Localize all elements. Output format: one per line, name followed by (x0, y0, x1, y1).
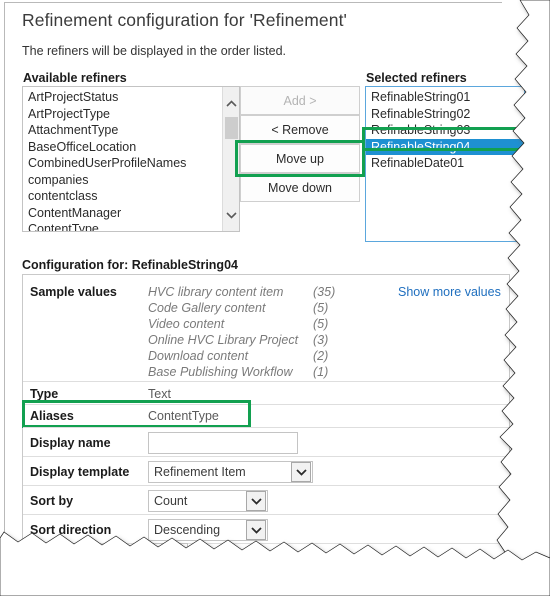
max-refiner-values-input[interactable] (150, 543, 188, 566)
scrollbar-thumb[interactable] (225, 117, 238, 139)
list-item[interactable]: ArtProjectStatus (23, 89, 221, 106)
available-refiners-listbox[interactable]: ArtProjectStatus ArtProjectType Attachme… (22, 86, 240, 232)
type-value: Text (148, 387, 171, 401)
display-template-label: Display template (30, 465, 130, 479)
selected-refiners-label: Selected refiners (366, 71, 467, 85)
available-refiners-list: ArtProjectStatus ArtProjectType Attachme… (23, 87, 221, 231)
configuration-title: Configuration for: RefinableString04 (22, 258, 238, 272)
sample-value-count: (5) (313, 301, 329, 315)
sort-by-value: Count (154, 494, 188, 508)
sample-value-name: Video content (148, 317, 225, 331)
sample-value-count: (3) (313, 333, 329, 347)
move-up-button[interactable]: Move up (240, 144, 360, 173)
chevron-down-icon[interactable] (246, 491, 266, 511)
list-item[interactable]: RefinableString01 (366, 89, 524, 106)
sample-value-count: (35) (313, 285, 336, 299)
list-item[interactable]: BaseOfficeLocation (23, 139, 221, 156)
max-refiner-values-label-line2: refiner values: (30, 563, 116, 577)
list-item[interactable]: CombinedUserProfileNames (23, 155, 221, 172)
sort-by-label: Sort by (30, 494, 74, 508)
display-template-select[interactable]: Refinement Item (148, 461, 313, 483)
sample-value-name: Base Publishing Workflow (148, 365, 293, 379)
list-item[interactable]: RefinableDate01 (366, 155, 524, 172)
list-item[interactable]: companies (23, 172, 221, 189)
show-more-values-link[interactable]: Show more values (398, 285, 501, 299)
sort-by-select[interactable]: Count (148, 490, 268, 512)
available-refiners-scrollbar[interactable] (222, 87, 239, 231)
display-name-input[interactable] (148, 432, 298, 454)
max-refiner-values-label-line1: Maximum number of (30, 546, 153, 560)
aliases-label: Aliases (30, 409, 74, 423)
chevron-down-icon[interactable] (246, 520, 266, 540)
selected-refiners-listbox[interactable]: RefinableString01 RefinableString02 Refi… (365, 86, 525, 242)
list-item[interactable]: RefinableString03 (366, 122, 524, 139)
list-item[interactable]: RefinableString02 (366, 106, 524, 123)
move-down-button[interactable]: Move down (240, 173, 360, 202)
page-title: Refinement configuration for 'Refinement… (22, 10, 347, 30)
add-button[interactable]: Add > (240, 86, 360, 115)
list-item[interactable]: AttachmentType (23, 122, 221, 139)
divider (23, 456, 509, 457)
sample-value-count: (5) (313, 317, 329, 331)
list-item[interactable]: ContentType (23, 221, 221, 231)
selected-refiners-list: RefinableString01 RefinableString02 Refi… (366, 87, 524, 172)
sample-values-label: Sample values (30, 285, 117, 299)
scroll-up-icon[interactable] (223, 95, 239, 112)
display-template-value: Refinement Item (154, 465, 246, 479)
sample-value-name: Code Gallery content (148, 301, 266, 315)
sample-value-count: (1) (313, 365, 329, 379)
divider (23, 485, 509, 486)
divider (23, 514, 509, 515)
scroll-down-icon[interactable] (223, 206, 239, 223)
sample-value-count: (2) (313, 349, 329, 363)
divider (23, 404, 509, 405)
list-item[interactable]: contentclass (23, 188, 221, 205)
screenshot-root: Refinement configuration for 'Refinement… (0, 0, 550, 596)
sample-value-name: Online HVC Library Project (148, 333, 299, 347)
page-subtitle: The refiners will be displayed in the or… (22, 44, 287, 58)
list-item-selected[interactable]: RefinableString04 (366, 138, 524, 155)
divider (23, 427, 509, 428)
chevron-down-icon[interactable] (291, 462, 311, 482)
list-item[interactable]: ContentManager (23, 205, 221, 222)
list-item[interactable]: ArtProjectType (23, 106, 221, 123)
sample-value-name: Download content (148, 349, 249, 363)
type-label: Type (30, 387, 59, 401)
sample-value-name: HVC library content item (148, 285, 284, 299)
divider (23, 543, 509, 544)
sort-direction-value: Descending (154, 523, 221, 537)
display-name-label: Display name (30, 436, 111, 450)
sort-direction-select[interactable]: Descending (148, 519, 268, 541)
remove-button[interactable]: < Remove (240, 115, 360, 144)
aliases-value: ContentType (148, 409, 219, 423)
sort-direction-label: Sort direction (30, 523, 112, 537)
available-refiners-label: Available refiners (23, 71, 127, 85)
divider (23, 381, 509, 382)
